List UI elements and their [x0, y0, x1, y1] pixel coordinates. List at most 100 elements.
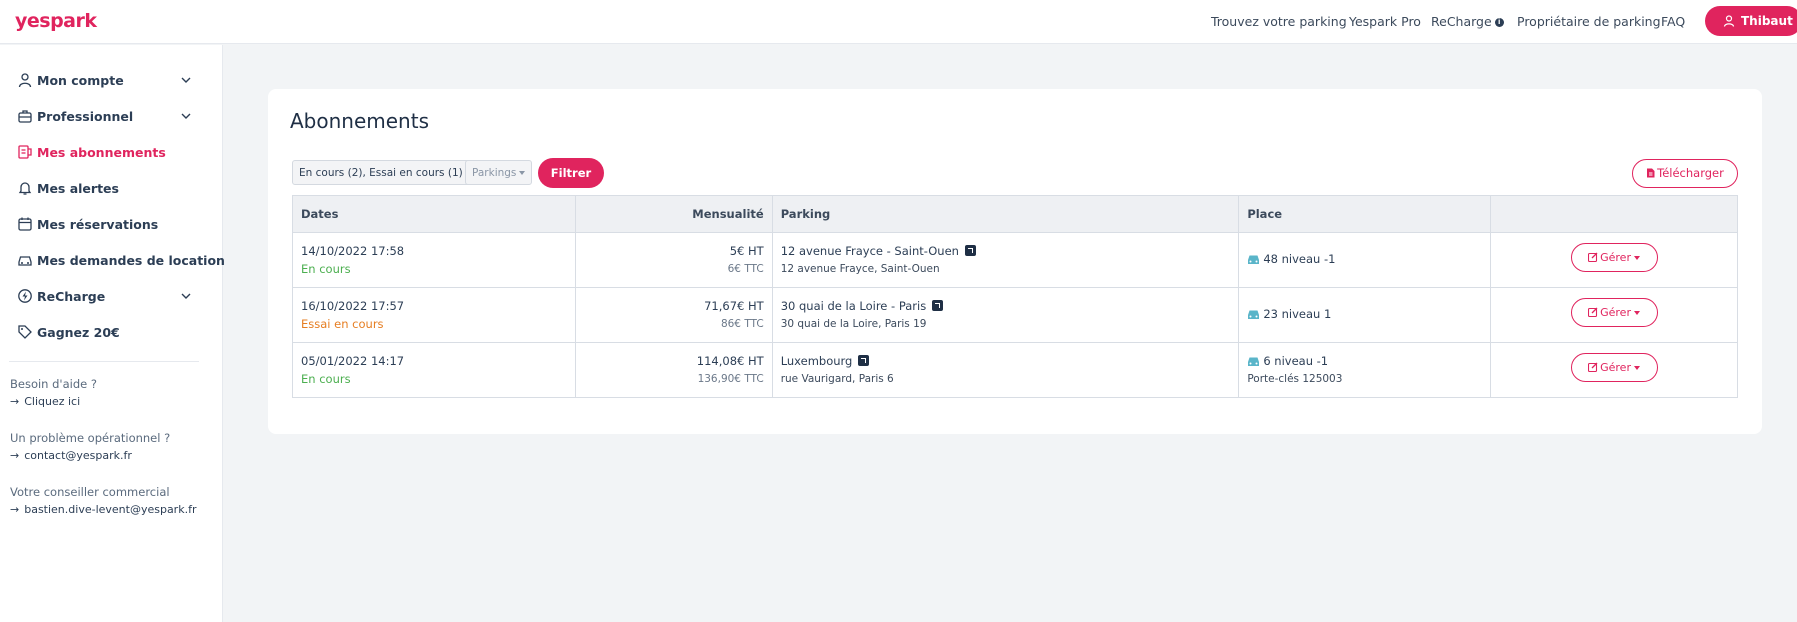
- nav-parking-owner[interactable]: Propriétaire de parking: [1517, 14, 1661, 29]
- sidebar-item-mon-compte[interactable]: Mon compte: [17, 71, 192, 93]
- nav-recharge[interactable]: ReCharge i: [1431, 14, 1504, 29]
- car-icon: [1248, 255, 1260, 264]
- price-ttc: 86€ TTC: [720, 318, 764, 330]
- sidebar-item-label: ReCharge: [37, 289, 106, 304]
- arrow-right-icon: →: [10, 395, 20, 408]
- page-title: Abonnements: [290, 109, 429, 133]
- manage-button-label: Gérer: [1600, 251, 1631, 264]
- manage-button[interactable]: Gérer: [1570, 353, 1658, 382]
- external-link-icon[interactable]: [932, 300, 944, 311]
- action-cell: Gérer: [1490, 287, 1738, 343]
- external-link-icon[interactable]: [964, 245, 976, 256]
- caret-down-icon: [1633, 366, 1640, 370]
- subscriptions-icon: [18, 145, 32, 159]
- status-filter-dropdown[interactable]: En cours (2), Essai en cours (1): [292, 160, 479, 185]
- contact-email-label: contact@yespark.fr: [24, 449, 132, 462]
- tag-icon: [18, 325, 32, 339]
- sidebar-item-professionnel[interactable]: Professionnel: [17, 107, 192, 129]
- contact-email-link[interactable]: → contact@yespark.fr: [10, 449, 132, 462]
- top-navbar: yespark Trouvez votre parking Yespark Pr…: [0, 0, 1797, 44]
- manage-button[interactable]: Gérer: [1570, 298, 1658, 327]
- car-icon: [1248, 310, 1260, 319]
- price-ttc: 136,90€ TTC: [697, 373, 764, 385]
- edit-icon: [1588, 362, 1598, 373]
- parking-name-link[interactable]: 30 quai de la Loire - Paris: [781, 299, 927, 313]
- date-cell: 05/01/2022 14:17 En cours: [292, 342, 576, 398]
- column-header-mensualite: Mensualité: [574, 195, 773, 233]
- pdf-file-icon: [1647, 168, 1655, 178]
- date-cell: 16/10/2022 17:57 Essai en cours: [292, 287, 576, 343]
- place-label: 48 niveau -1: [1263, 252, 1336, 266]
- briefcase-icon: [18, 110, 32, 123]
- nav-find-parking[interactable]: Trouvez votre parking: [1211, 14, 1347, 29]
- car-icon: [1248, 357, 1260, 366]
- place-cell: 6 niveau -1 Porte-clés 125003: [1238, 342, 1492, 398]
- column-header-actions: [1490, 195, 1738, 233]
- sidebar-item-gagnez[interactable]: Gagnez 20€: [17, 323, 192, 345]
- parking-address: 30 quai de la Loire, Paris 19: [780, 318, 927, 330]
- bell-icon: [18, 182, 32, 195]
- subscription-date: 14/10/2022 17:58: [301, 244, 405, 258]
- parking-cell: Luxembourg rue Vaurigard, Paris 6: [771, 342, 1240, 398]
- sidebar-item-label: Gagnez 20€: [37, 325, 120, 340]
- bolt-icon: [18, 289, 32, 303]
- calendar-icon: [18, 217, 32, 231]
- info-icon: i: [1494, 18, 1504, 27]
- column-header-dates: Dates: [292, 195, 576, 233]
- nav-yespark-pro[interactable]: Yespark Pro: [1349, 14, 1421, 29]
- status-label: En cours: [301, 372, 351, 386]
- column-header-place: Place: [1238, 195, 1492, 233]
- sidebar-item-recharge[interactable]: ReCharge: [17, 287, 192, 309]
- filter-button[interactable]: Filtrer: [538, 158, 604, 188]
- place-cell: 23 niveau 1: [1238, 287, 1492, 343]
- manage-button[interactable]: Gérer: [1570, 243, 1658, 272]
- parking-address: 12 avenue Frayce, Saint-Ouen: [780, 263, 940, 275]
- nav-faq[interactable]: FAQ: [1661, 14, 1685, 29]
- user-menu-button[interactable]: Thibaut: [1705, 6, 1797, 36]
- help-link[interactable]: → Cliquez ici: [10, 395, 80, 408]
- sidebar-item-mes-reservations[interactable]: Mes réservations: [17, 215, 192, 237]
- table-row: 05/01/2022 14:17 En cours 114,08€ HT 136,9…: [292, 342, 1738, 398]
- action-cell: Gérer: [1490, 232, 1738, 288]
- sales-advisor-email-label: bastien.dive-levent@yespark.fr: [24, 503, 197, 516]
- sidebar-item-label: Professionnel: [37, 109, 134, 124]
- price-ht: 71,67€ HT: [704, 299, 764, 313]
- parkings-filter-dropdown[interactable]: Parkings: [465, 160, 533, 185]
- caret-down-icon: [519, 171, 526, 175]
- parking-address: rue Vaurigard, Paris 6: [780, 373, 894, 385]
- parkings-filter-value: Parkings: [472, 167, 517, 179]
- place-cell: 48 niveau -1: [1238, 232, 1492, 288]
- help-title: Besoin d'aide ?: [10, 377, 97, 391]
- subscriptions-table: Dates Mensualité Parking Place 14/10/202…: [292, 195, 1738, 398]
- caret-down-icon: [1633, 311, 1640, 315]
- parking-name-link[interactable]: 12 avenue Frayce - Saint-Ouen: [781, 244, 959, 258]
- nav-recharge-label: ReCharge: [1431, 14, 1492, 29]
- manage-button-label: Gérer: [1600, 306, 1631, 319]
- price-cell: 71,67€ HT 86€ TTC: [574, 287, 773, 343]
- place-label: 23 niveau 1: [1263, 307, 1332, 321]
- price-cell: 114,08€ HT 136,90€ TTC: [574, 342, 773, 398]
- yespark-logo[interactable]: yespark: [15, 10, 97, 32]
- user-icon: [1723, 15, 1735, 27]
- sidebar-item-mes-demandes[interactable]: Mes demandes de location: [17, 251, 225, 273]
- table-row: 14/10/2022 17:58 En cours 5€ HT 6€ TTC 12 …: [292, 232, 1738, 288]
- subscription-date: 05/01/2022 14:17: [301, 354, 405, 368]
- sales-advisor-email-link[interactable]: → bastien.dive-levent@yespark.fr: [10, 503, 196, 516]
- table-row: 16/10/2022 17:57 Essai en cours 71,67€ HT…: [292, 287, 1738, 343]
- download-button[interactable]: Télécharger: [1632, 159, 1738, 188]
- parking-name-link[interactable]: Luxembourg: [781, 354, 853, 368]
- parking-cell: 30 quai de la Loire - Paris 30 quai de la…: [771, 287, 1240, 343]
- edit-icon: [1588, 307, 1598, 318]
- arrow-right-icon: →: [10, 449, 20, 462]
- sidebar-item-mes-alertes[interactable]: Mes alertes: [17, 179, 192, 201]
- sidebar-item-mes-abonnements[interactable]: Mes abonnements: [17, 143, 192, 165]
- external-link-icon[interactable]: [858, 355, 870, 366]
- status-label: En cours: [301, 262, 351, 276]
- status-filter-value: En cours (2), Essai en cours (1): [299, 167, 463, 179]
- sidebar-divider: [9, 361, 199, 362]
- column-header-parking: Parking: [771, 195, 1240, 233]
- subscriptions-card: Abonnements En cours (2), Essai en cours…: [268, 89, 1762, 434]
- subscription-date: 16/10/2022 17:57: [301, 299, 405, 313]
- download-button-label: Télécharger: [1657, 166, 1724, 180]
- price-ht: 114,08€ HT: [696, 354, 764, 368]
